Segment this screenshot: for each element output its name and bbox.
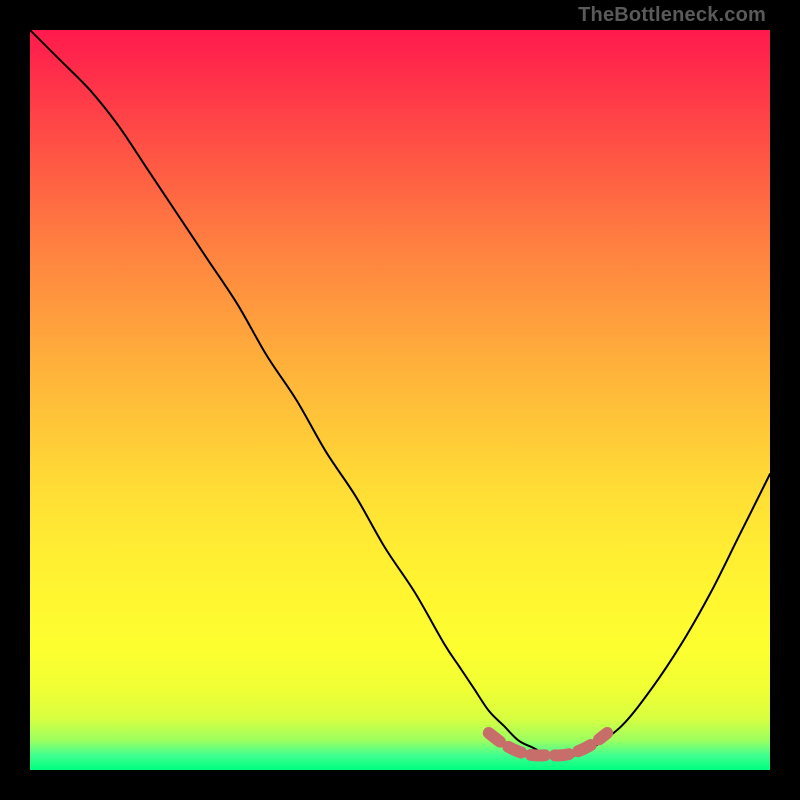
bottleneck-curve-line (30, 30, 770, 756)
optimal-band-marker (489, 733, 607, 755)
bottleneck-chart: TheBottleneck.com (0, 0, 800, 800)
watermark-text: TheBottleneck.com (578, 4, 766, 27)
plot-area (30, 30, 770, 770)
chart-svg (30, 30, 770, 770)
